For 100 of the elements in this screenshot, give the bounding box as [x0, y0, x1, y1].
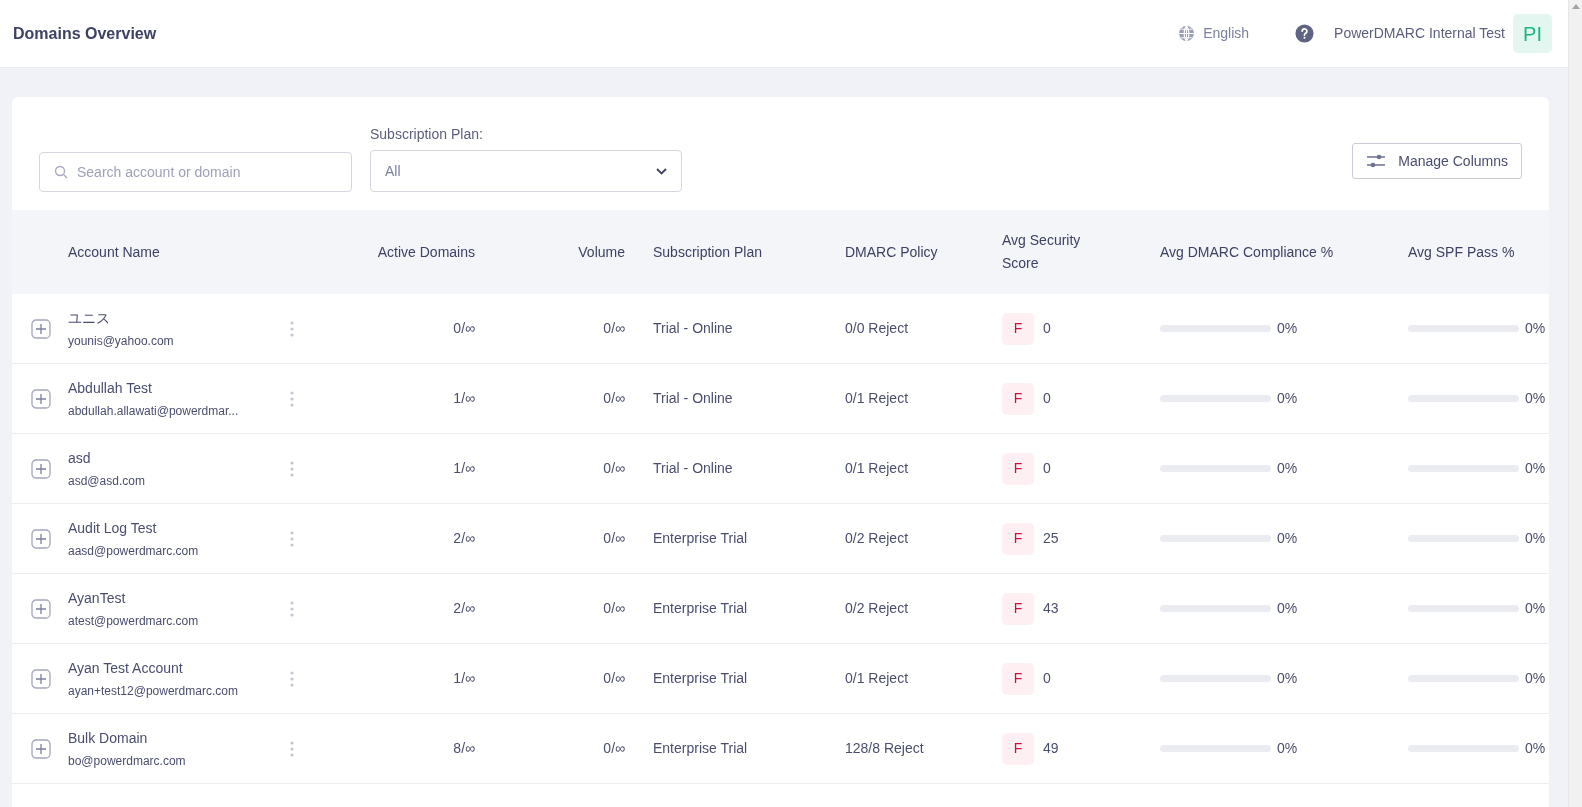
chevron-down-icon	[656, 167, 667, 175]
account-name: asd	[68, 448, 92, 468]
table-cell-text: 2/∞	[452, 529, 475, 548]
table-cell-text: Enterprise Trial	[652, 529, 749, 548]
more-options-icon[interactable]	[290, 600, 294, 617]
column-header: Active Domains	[376, 242, 475, 262]
percent-value: 0%	[1277, 669, 1298, 688]
table-cell-text: 2/∞	[452, 599, 475, 618]
more-options-icon[interactable]	[290, 530, 294, 547]
more-options-icon[interactable]	[290, 740, 294, 757]
more-options-icon[interactable]	[290, 460, 294, 477]
scroll-up-arrow-icon[interactable]	[1571, 4, 1580, 9]
score-value: 43	[1043, 599, 1059, 618]
score-value: 25	[1043, 529, 1059, 548]
percent-value: 0%	[1277, 319, 1298, 338]
field-label: Subscription Plan:	[370, 125, 484, 144]
table-cell-text: 0/∞	[602, 739, 626, 758]
table-cell-text: 0/∞	[452, 319, 475, 338]
table-cell-text: 0/1 Reject	[845, 459, 910, 478]
score-value: 0	[1043, 389, 1051, 408]
table-cell-text: Trial - Online	[652, 459, 734, 478]
table-cell-text: Enterprise Trial	[652, 599, 749, 618]
table-cell-text: 0/2 Reject	[845, 599, 910, 618]
percent-value: 0%	[1525, 669, 1546, 688]
table-cell-text: 8/∞	[452, 739, 475, 758]
help-icon[interactable]	[1295, 24, 1315, 43]
table-cell-text: 0/∞	[602, 459, 626, 478]
account-email: ayan+test12@powerdmarc.com	[68, 682, 239, 700]
column-header: Subscription Plan	[652, 242, 763, 262]
table-cell-text: 0/∞	[602, 319, 626, 338]
account-name: AyanTest	[68, 588, 127, 608]
more-options-icon[interactable]	[290, 320, 294, 337]
percent-value: 0%	[1277, 529, 1298, 548]
globe-icon	[1178, 25, 1196, 42]
percent-value: 0%	[1525, 739, 1546, 758]
table-cell-text: 0/2 Reject	[845, 529, 910, 548]
page-title: Domains Overview	[13, 23, 157, 44]
account-email: bo@powerdmarc.com	[68, 752, 187, 770]
grade-badge: F	[1002, 662, 1034, 695]
column-header: Account Name	[68, 242, 161, 262]
table-cell-text: 1/∞	[452, 389, 475, 408]
grade-badge: F	[1002, 452, 1034, 485]
percent-value: 0%	[1277, 739, 1298, 758]
expand-icon[interactable]	[31, 598, 51, 619]
grade-badge: F	[1002, 312, 1034, 345]
table-cell-text: Trial - Online	[652, 389, 734, 408]
expand-icon[interactable]	[31, 318, 51, 339]
table-cell-text: 0/1 Reject	[845, 389, 910, 408]
account-name: Ayan Test Account	[68, 658, 184, 678]
table-cell-text: 0/1 Reject	[845, 669, 910, 688]
percent-value: 0%	[1525, 529, 1546, 548]
plan-dropdown[interactable]: All	[370, 150, 682, 192]
expand-icon[interactable]	[31, 528, 51, 549]
account-email: atest@powerdmarc.com	[68, 612, 200, 630]
score-value: 49	[1043, 739, 1059, 758]
score-value: 0	[1043, 669, 1051, 688]
expand-icon[interactable]	[31, 668, 51, 689]
table-cell-text: 0/∞	[602, 529, 626, 548]
scrollbar[interactable]	[1568, 0, 1582, 807]
more-options-icon[interactable]	[290, 390, 294, 407]
table-cell-text: 0/∞	[602, 389, 626, 408]
language-selector[interactable]: English	[1178, 23, 1250, 44]
table-cell-text: Enterprise Trial	[652, 739, 749, 758]
score-value: 0	[1043, 459, 1051, 478]
table-cell-text: 0/0 Reject	[845, 319, 910, 338]
account-name: Bulk Domain	[68, 728, 149, 748]
table-cell-text: Enterprise Trial	[652, 669, 749, 688]
search-icon	[54, 165, 68, 179]
account-email: aasd@powerdmarc.com	[68, 542, 200, 560]
table-cell-text: 0/∞	[602, 599, 626, 618]
expand-icon[interactable]	[31, 738, 51, 759]
score-value: 0	[1043, 319, 1051, 338]
expand-icon[interactable]	[31, 458, 51, 479]
manage-columns-button[interactable]: Manage Columns	[1352, 143, 1522, 179]
percent-value: 0%	[1277, 389, 1298, 408]
percent-value: 0%	[1525, 319, 1546, 338]
account-name: ユニス	[68, 308, 111, 328]
percent-value: 0%	[1525, 459, 1546, 478]
sliders-icon	[1366, 153, 1387, 169]
column-header: Avg SPF Pass %	[1408, 242, 1516, 262]
expand-icon[interactable]	[31, 388, 51, 409]
grade-badge: F	[1002, 382, 1034, 415]
percent-value: 0%	[1525, 389, 1546, 408]
account-email: asd@asd.com	[68, 472, 146, 490]
percent-value: 0%	[1277, 599, 1298, 618]
table-cell-text: 1/∞	[452, 459, 475, 478]
search-field[interactable]: Search account or domain	[39, 152, 352, 192]
table-cell-text: Trial - Online	[652, 319, 734, 338]
table-cell-text: 128/8 Reject	[845, 739, 925, 758]
table-cell-text: 0/∞	[602, 669, 626, 688]
account-email: abdullah.allawati@powerdmar...	[68, 402, 240, 420]
organization-name: PowerDMARC Internal Test	[1334, 24, 1505, 43]
percent-value: 0%	[1525, 599, 1546, 618]
grade-badge: F	[1002, 592, 1034, 625]
more-options-icon[interactable]	[290, 670, 294, 687]
account-name: Audit Log Test	[68, 518, 158, 538]
column-header: Avg DMARC Compliance %	[1160, 242, 1335, 262]
account-email: younis@yahoo.com	[68, 332, 175, 350]
grade-badge: F	[1002, 732, 1034, 765]
user-avatar[interactable]: PI	[1513, 14, 1552, 53]
